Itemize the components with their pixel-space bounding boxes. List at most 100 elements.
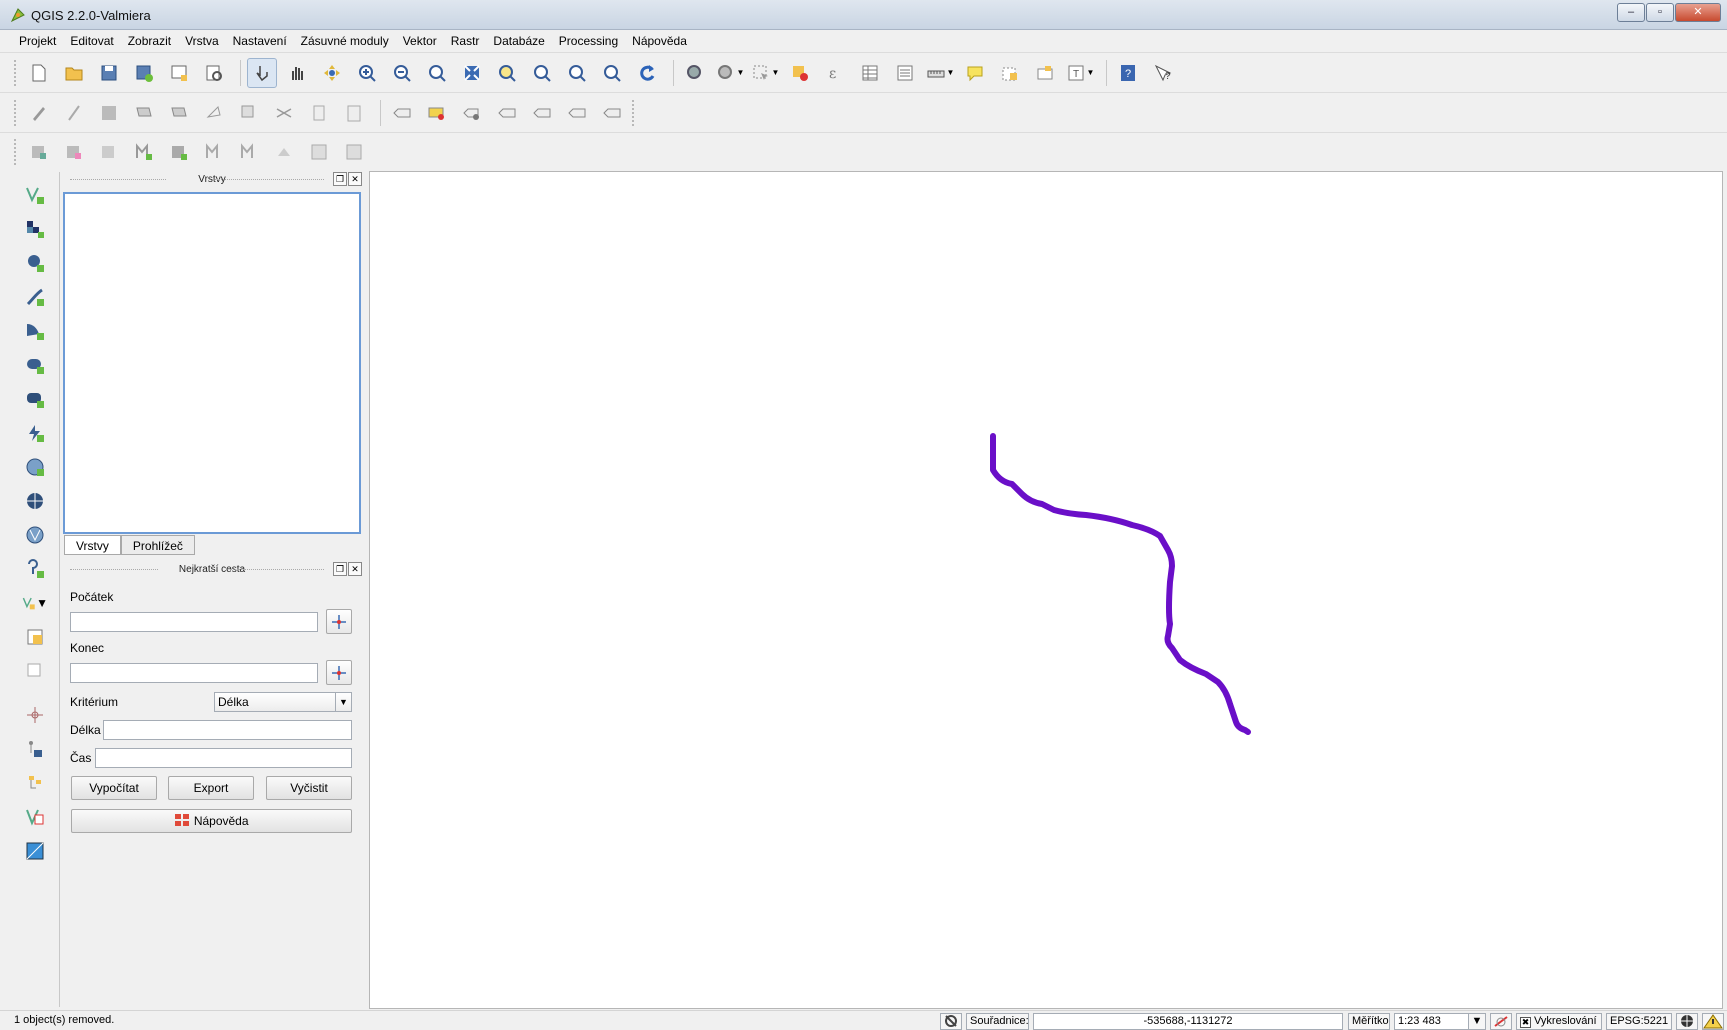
menu-databaze[interactable]: Databáze xyxy=(486,30,551,52)
add-mssql-layer-icon[interactable] xyxy=(22,318,48,344)
tab-prohlizec[interactable]: Prohlížeč xyxy=(120,535,195,555)
change-label-icon[interactable] xyxy=(562,98,592,128)
scale-dropdown-icon[interactable]: ▼ xyxy=(1468,1013,1486,1030)
show-bookmarks-icon[interactable] xyxy=(1030,58,1060,88)
zoom-to-layer-icon[interactable] xyxy=(527,58,557,88)
pin-labels-icon[interactable] xyxy=(422,98,452,128)
menu-projekt[interactable]: Projekt xyxy=(12,30,63,52)
select-icon[interactable]: ▼ xyxy=(750,58,780,88)
menu-zobrazit[interactable]: Zobrazit xyxy=(121,30,178,52)
tab-vrstvy[interactable]: Vrstvy xyxy=(64,535,121,555)
toolbar-grip[interactable] xyxy=(632,99,636,126)
new-spatialite-layer-icon[interactable] xyxy=(22,624,48,650)
add-feature-icon[interactable] xyxy=(129,98,159,128)
add-wms-layer-icon[interactable] xyxy=(22,454,48,480)
menu-napoveda[interactable]: Nápověda xyxy=(625,30,694,52)
close-panel-button[interactable]: ✕ xyxy=(348,172,362,186)
add-postgis-layer-icon[interactable] xyxy=(22,250,48,276)
coordinate-capture-icon[interactable] xyxy=(22,702,48,728)
zoom-native-icon[interactable] xyxy=(422,58,452,88)
coordinates-field[interactable]: -535688,-1131272 xyxy=(1033,1013,1343,1030)
add-spatialite-layer-icon[interactable] xyxy=(22,284,48,310)
save-edits-icon[interactable] xyxy=(94,98,124,128)
zoom-last-icon[interactable] xyxy=(562,58,592,88)
menu-vrstva[interactable]: Vrstva xyxy=(178,30,226,52)
render-checkbox-icon[interactable]: ✖ xyxy=(1520,1017,1531,1028)
touch-zoom-icon[interactable] xyxy=(247,57,277,88)
new-print-composer-icon[interactable] xyxy=(164,58,194,88)
save-as-icon[interactable] xyxy=(129,58,159,88)
pick-start-button[interactable] xyxy=(326,609,352,634)
float-panel-button[interactable]: ❐ xyxy=(333,172,347,186)
map-tips-icon[interactable] xyxy=(960,58,990,88)
add-wcs-layer-icon[interactable] xyxy=(22,488,48,514)
show-hide-labels-icon[interactable] xyxy=(457,98,487,128)
db9-icon[interactable] xyxy=(304,137,334,167)
db6-icon[interactable] xyxy=(199,137,229,167)
cut-features-icon[interactable] xyxy=(269,98,299,128)
layers-list[interactable] xyxy=(63,192,361,534)
add-vector-layer-icon[interactable] xyxy=(22,182,48,208)
new-bookmark-icon[interactable] xyxy=(995,58,1025,88)
maximize-button[interactable]: ▫ xyxy=(1646,3,1674,22)
add-gps-layer-icon[interactable] xyxy=(22,556,48,582)
length-output[interactable] xyxy=(103,720,352,740)
georeferencer-icon[interactable] xyxy=(22,838,48,864)
time-output[interactable] xyxy=(95,748,352,768)
db1-icon[interactable] xyxy=(24,137,54,167)
add-raster-layer-icon[interactable] xyxy=(22,216,48,242)
crs-indicator[interactable]: EPSG:5221 xyxy=(1606,1013,1672,1030)
minimize-button[interactable]: – xyxy=(1617,3,1645,22)
close-panel-button[interactable]: ✕ xyxy=(348,562,362,576)
pick-end-button[interactable] xyxy=(326,660,352,685)
zoom-full-icon[interactable] xyxy=(457,58,487,88)
help-icon[interactable]: ? xyxy=(1113,58,1143,88)
shortest-path-plugin-icon[interactable] xyxy=(22,770,48,796)
toggle-editing-icon[interactable] xyxy=(59,98,89,128)
copy-features-icon[interactable] xyxy=(304,98,334,128)
pan-icon[interactable] xyxy=(282,58,312,88)
new-project-icon[interactable] xyxy=(24,58,54,88)
calculate-button[interactable]: Vypočítat xyxy=(71,776,157,800)
new-vector-layer-icon[interactable]: ▼ xyxy=(22,590,48,616)
toolbar-grip[interactable] xyxy=(14,99,18,126)
measure-icon[interactable]: ▼ xyxy=(925,58,955,88)
rotate-label-icon[interactable] xyxy=(527,98,557,128)
menu-editovat[interactable]: Editovat xyxy=(63,30,120,52)
label-text-icon[interactable] xyxy=(597,98,627,128)
clear-button[interactable]: Vyčistit xyxy=(266,776,352,800)
zoom-in-icon[interactable] xyxy=(352,58,382,88)
query-icon[interactable]: ▼ xyxy=(715,58,745,88)
end-point-input[interactable] xyxy=(70,663,318,683)
db2-icon[interactable] xyxy=(59,137,89,167)
menu-processing[interactable]: Processing xyxy=(552,30,625,52)
criterion-select[interactable]: Délka ▼ xyxy=(214,692,352,712)
move-label-icon[interactable] xyxy=(492,98,522,128)
whats-this-icon[interactable]: ? xyxy=(1148,58,1178,88)
float-panel-button[interactable]: ❐ xyxy=(333,562,347,576)
toolbar-grip[interactable] xyxy=(14,138,18,165)
composer-manager-icon[interactable] xyxy=(199,58,229,88)
start-point-input[interactable] xyxy=(70,612,318,632)
refresh-icon[interactable] xyxy=(632,58,662,88)
toggle-extents-icon[interactable] xyxy=(940,1013,962,1030)
text-annotation-icon[interactable]: T ▼ xyxy=(1065,58,1095,88)
add-oracle-layer-icon[interactable] xyxy=(22,352,48,378)
menu-zasuvne-moduly[interactable]: Zásuvné moduly xyxy=(294,30,396,52)
delete-selected-icon[interactable] xyxy=(234,98,264,128)
pan-to-selection-icon[interactable] xyxy=(317,58,347,88)
zoom-out-icon[interactable] xyxy=(387,58,417,88)
paste-features-icon[interactable] xyxy=(339,98,369,128)
gps-tools-icon[interactable] xyxy=(22,736,48,762)
identify-icon[interactable] xyxy=(680,58,710,88)
warning-icon[interactable] xyxy=(1702,1013,1724,1030)
render-toggle[interactable]: ✖ Vykreslování xyxy=(1516,1013,1602,1030)
menu-nastaveni[interactable]: Nastavení xyxy=(226,30,294,52)
rotation-icon[interactable] xyxy=(1490,1013,1512,1030)
help-button[interactable]: Nápověda xyxy=(71,809,352,833)
globe-icon[interactable] xyxy=(1676,1013,1698,1030)
add-wfs-layer-icon[interactable] xyxy=(22,522,48,548)
export-button[interactable]: Export xyxy=(168,776,254,800)
map-canvas[interactable] xyxy=(369,171,1723,1009)
save-project-icon[interactable] xyxy=(94,58,124,88)
